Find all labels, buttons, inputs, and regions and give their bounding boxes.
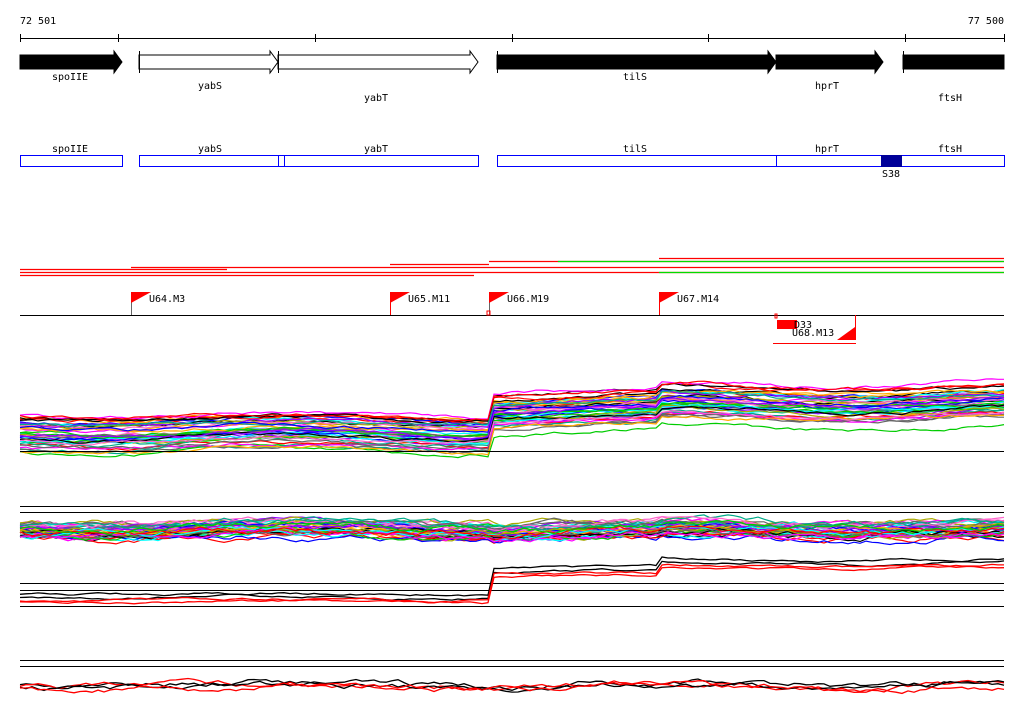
gene-yabS[interactable]: yabS [138, 49, 279, 92]
annotation-label: yabS [198, 144, 222, 155]
gene-spoIIE[interactable]: spoIIE [19, 49, 123, 83]
annotation-box [497, 155, 777, 167]
annotation-box [278, 155, 479, 167]
gene-label: ftsH [938, 93, 962, 104]
gene-tilS[interactable]: tilS [496, 49, 777, 83]
marker-tick [486, 310, 491, 316]
marker-label: U67.M14 [677, 294, 719, 305]
ruler: 72 501 77 500 [20, 16, 1005, 42]
feature-label: S38 [882, 169, 900, 180]
annotation-label: ftsH [938, 144, 962, 155]
annotation-label: yabT [364, 144, 388, 155]
gene-arrow [902, 54, 1005, 70]
flag-icon [390, 292, 410, 303]
marker-flag[interactable]: U64.M3 [131, 292, 185, 315]
gene-label: yabT [364, 93, 388, 104]
annotation-label: tilS [623, 144, 647, 155]
marker-label: U64.M3 [149, 294, 185, 305]
marker-flag[interactable]: U67.M14 [659, 292, 719, 315]
gene-label: spoIIE [52, 72, 88, 83]
gene-arrow [496, 49, 777, 75]
gene-arrow [19, 49, 123, 75]
flag-icon [659, 292, 679, 303]
gene-label: hprT [815, 81, 839, 92]
annotation-box [20, 155, 123, 167]
annotation-label: hprT [815, 144, 839, 155]
marker-track: U64.M3 U65.M11 U66.M19 U67.M14D33U68.M13 [20, 292, 1004, 344]
genome-browser-view: 72 501 77 500 spoIIE yabS yabT tilS hprT ftsH… [19, 16, 1005, 695]
marker-flag[interactable]: U65.M11 [390, 292, 450, 315]
ruler-end-label: 77 500 [968, 16, 1004, 27]
gene-hprT[interactable]: hprT [775, 49, 884, 92]
annotation-label: spoIIE [52, 144, 88, 155]
gene-ftsH[interactable]: ftsH [902, 51, 1005, 104]
profile-panels [19, 378, 1005, 695]
gene-track: spoIIE yabS yabT tilS hprT ftsH [19, 49, 1005, 104]
reverse-flag-icon [837, 327, 855, 340]
gene-arrow [277, 49, 479, 75]
profile-line [19, 680, 1005, 692]
ruler-start-label: 72 501 [20, 16, 56, 27]
gene-yabT[interactable]: yabT [277, 49, 479, 104]
gene-arrow [775, 49, 884, 75]
gene-label: yabS [198, 81, 222, 92]
annotation-box [139, 155, 279, 167]
reverse-marker-label: U68.M13 [792, 328, 834, 339]
marker-flag[interactable]: U66.M19 [489, 292, 549, 315]
feature-s38 [881, 155, 902, 167]
gene-arrow [138, 49, 279, 75]
marker-label: U65.M11 [408, 294, 450, 305]
flag-icon [131, 292, 151, 303]
annotation-track: spoIIE yabS yabT tilS hprT ftsH S38 [20, 144, 1005, 180]
segment-track [20, 257, 1004, 277]
marker-label: U66.M19 [507, 294, 549, 305]
flag-icon [489, 292, 509, 303]
gene-label: tilS [623, 72, 647, 83]
